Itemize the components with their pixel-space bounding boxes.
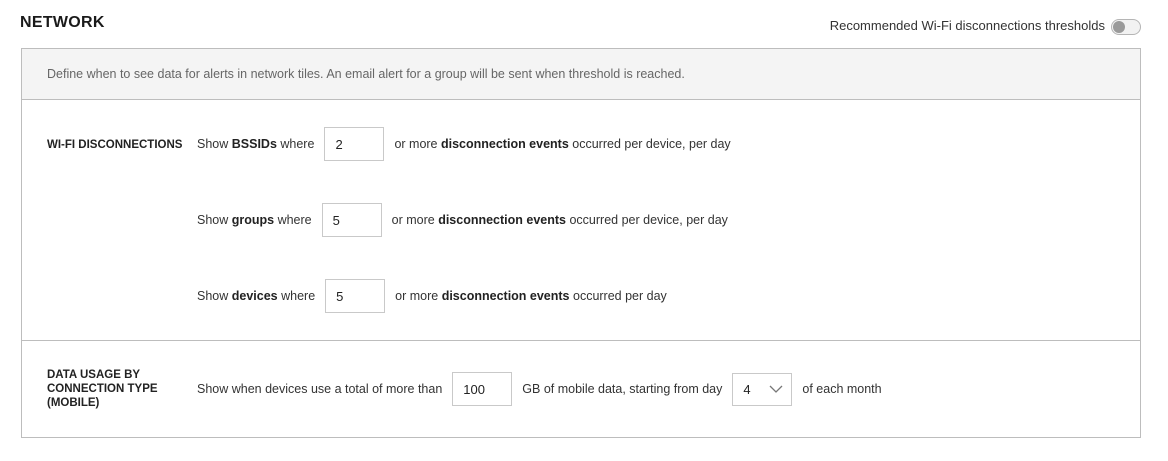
- row-entity: groups: [231, 213, 275, 227]
- recommended-thresholds-label: Recommended Wi-Fi disconnections thresho…: [829, 17, 1105, 33]
- start-day-value: 4: [743, 381, 751, 397]
- devices-threshold-input[interactable]: [325, 279, 386, 313]
- row-text-pre: Show: [197, 213, 232, 227]
- row-entity: BSSIDs: [231, 137, 277, 151]
- data-usage-section: DATA USAGE BY CONNECTION TYPE (MOBILE) S…: [22, 341, 1140, 437]
- row-text-mid: where: [274, 213, 312, 227]
- data-usage-text-mid: GB of mobile data, starting from day: [522, 382, 723, 396]
- row-text-post: or more: [391, 213, 439, 227]
- row-text-pre: Show: [197, 289, 232, 303]
- network-alerts-panel: Define when to see data for alerts in ne…: [21, 48, 1141, 438]
- data-usage-gb-input[interactable]: [452, 372, 513, 406]
- chevron-down-icon: [769, 385, 783, 393]
- row-event: disconnection events: [441, 289, 570, 303]
- data-usage-label: DATA USAGE BY CONNECTION TYPE (MOBILE): [47, 368, 158, 410]
- info-text: Define when to see data for alerts in ne…: [22, 49, 1140, 100]
- row-text-end: occurred per device, per day: [568, 137, 731, 151]
- row-text-mid: where: [276, 137, 315, 151]
- row-text-post: or more: [395, 289, 442, 303]
- data-usage-label-line3: (MOBILE): [47, 397, 100, 409]
- wifi-disconnections-section: WI-FI DISCONNECTIONS Show BSSIDs where o…: [22, 100, 1140, 341]
- bssids-threshold-row: Show BSSIDs where or more disconnection …: [197, 127, 731, 161]
- row-event: disconnection events: [440, 137, 569, 151]
- groups-threshold-row: Show groups where or more disconnection …: [197, 203, 728, 237]
- wifi-disconnections-label: WI-FI DISCONNECTIONS: [47, 139, 183, 151]
- groups-threshold-input[interactable]: [321, 203, 382, 237]
- recommended-thresholds-toggle[interactable]: [1111, 19, 1141, 35]
- row-text-post: or more: [394, 137, 441, 151]
- row-text-pre: Show: [197, 137, 232, 151]
- page-title: NETWORK: [20, 14, 105, 31]
- row-entity: devices: [231, 289, 278, 303]
- bssids-threshold-input[interactable]: [324, 127, 385, 161]
- data-usage-text-post: of each month: [802, 382, 882, 396]
- row-text-end: occurred per device, per day: [566, 213, 728, 227]
- row-text-mid: where: [277, 289, 316, 303]
- devices-threshold-row: Show devices where or more disconnection…: [197, 279, 667, 313]
- row-event: disconnection events: [438, 213, 566, 227]
- data-usage-label-line2: CONNECTION TYPE: [47, 383, 158, 395]
- toggle-knob: [1113, 21, 1125, 33]
- row-text-end: occurred per day: [569, 289, 667, 303]
- data-usage-text-pre: Show when devices use a total of more th…: [197, 382, 443, 396]
- start-day-select[interactable]: 4: [732, 372, 793, 406]
- data-usage-row: Show when devices use a total of more th…: [197, 372, 882, 406]
- data-usage-label-line1: DATA USAGE BY: [47, 369, 141, 381]
- recommended-thresholds-toggle-group: Recommended Wi-Fi disconnections thresho…: [830, 15, 1141, 35]
